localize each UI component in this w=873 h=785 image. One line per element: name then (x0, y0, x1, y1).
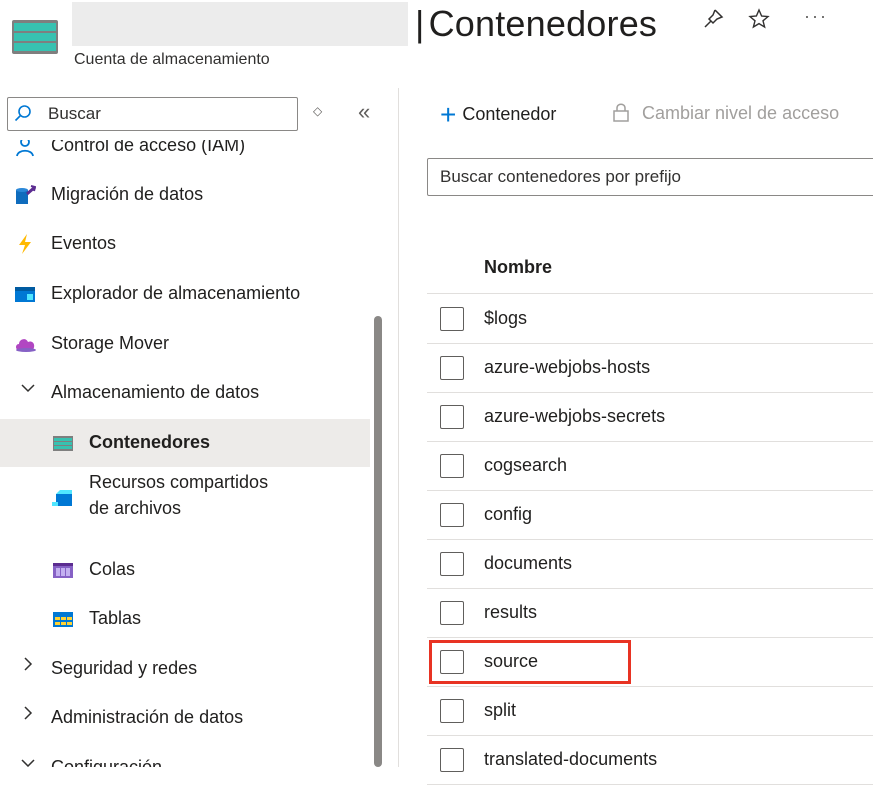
sidebar-item-file-shares[interactable]: Recursos compartidos de archivos (0, 468, 370, 530)
sidebar-group-data-storage[interactable]: Almacenamiento de datos (0, 369, 370, 417)
table-row[interactable]: $logs (427, 295, 873, 344)
sidebar-item-events[interactable]: Eventos (0, 220, 370, 268)
row-checkbox[interactable] (440, 503, 464, 527)
container-name-link[interactable]: azure-webjobs-secrets (484, 406, 665, 427)
row-checkbox[interactable] (440, 454, 464, 478)
people-icon (14, 140, 36, 157)
storage-account-logo (12, 20, 58, 54)
plus-icon: + (440, 99, 457, 130)
sidebar-item-containers[interactable]: Contenedores (0, 419, 370, 467)
add-container-button[interactable]: + Contenedor (440, 99, 556, 131)
table-row[interactable]: split (427, 687, 873, 736)
change-access-level-button[interactable]: Cambiar nivel de acceso (612, 102, 839, 127)
table-row[interactable]: translated-documents (427, 736, 873, 785)
sidebar-item-queues[interactable]: Colas (0, 546, 370, 594)
chevron-down-icon (20, 755, 36, 767)
row-checkbox[interactable] (440, 356, 464, 380)
account-name-redacted (72, 2, 408, 46)
container-name-link[interactable]: config (484, 504, 532, 525)
sidebar-item-iam[interactable]: Control de acceso (IAM) (0, 140, 370, 170)
file-share-icon (52, 488, 74, 510)
pin-icon[interactable] (702, 8, 724, 36)
table-row[interactable]: cogsearch (427, 442, 873, 491)
container-name-link[interactable]: $logs (484, 308, 527, 329)
sidebar-nav: Control de acceso (IAM) Migración de dat… (0, 140, 370, 767)
sidebar-item-tables[interactable]: Tablas (0, 595, 370, 643)
sidebar-search-input[interactable]: Buscar (7, 97, 298, 131)
container-name-link[interactable]: cogsearch (484, 455, 567, 476)
search-icon (14, 104, 32, 122)
row-checkbox[interactable] (440, 748, 464, 772)
container-name-link[interactable]: split (484, 700, 516, 721)
container-icon (52, 432, 74, 454)
page-title: | Contenedores (415, 3, 658, 44)
panel-divider (398, 88, 399, 767)
sidebar-group-data-management[interactable]: Administración de datos (0, 694, 370, 742)
sidebar-item-data-migration[interactable]: Migración de datos (0, 171, 370, 219)
sidebar-scrollbar[interactable] (374, 316, 382, 767)
page-subtitle: Cuenta de almacenamiento (74, 51, 270, 68)
chevron-right-icon (20, 705, 36, 726)
collapse-sidebar-button[interactable]: « (358, 99, 370, 125)
table-row[interactable]: results (427, 589, 873, 638)
row-checkbox[interactable] (440, 405, 464, 429)
lock-icon (612, 102, 630, 127)
lightning-icon (14, 233, 36, 255)
table-row[interactable]: config (427, 491, 873, 540)
container-name-link[interactable]: documents (484, 553, 572, 574)
search-placeholder: Buscar (48, 104, 101, 123)
container-name-link[interactable]: results (484, 602, 537, 623)
star-icon[interactable] (748, 8, 770, 36)
sidebar-item-storage-explorer[interactable]: Explorador de almacenamiento (0, 270, 370, 318)
sidebar-group-security-networking[interactable]: Seguridad y redes (0, 645, 370, 693)
header-divider (427, 293, 873, 294)
row-checkbox[interactable] (440, 552, 464, 576)
highlight-box (429, 640, 631, 684)
table-row[interactable]: documents (427, 540, 873, 589)
row-checkbox[interactable] (440, 601, 464, 625)
more-options-button[interactable]: ··· (804, 6, 828, 27)
container-prefix-search-input[interactable] (427, 158, 873, 196)
storage-explorer-icon (14, 283, 36, 305)
sidebar-group-configuration[interactable]: Configuración (0, 744, 370, 767)
table-row[interactable]: azure-webjobs-secrets (427, 393, 873, 442)
table-icon (52, 608, 74, 630)
cloud-icon (14, 333, 36, 355)
row-checkbox[interactable] (440, 307, 464, 331)
queue-icon (52, 559, 74, 581)
chevron-right-icon (20, 656, 36, 677)
sort-button[interactable]: ◇ (313, 104, 322, 118)
sidebar-item-storage-mover[interactable]: Storage Mover (0, 320, 370, 368)
container-name-link[interactable]: azure-webjobs-hosts (484, 357, 650, 378)
chevron-down-icon (20, 380, 36, 401)
table-row[interactable]: azure-webjobs-hosts (427, 344, 873, 393)
data-migration-icon (14, 184, 37, 206)
row-checkbox[interactable] (440, 699, 464, 723)
column-header-name[interactable]: Nombre (484, 257, 552, 278)
